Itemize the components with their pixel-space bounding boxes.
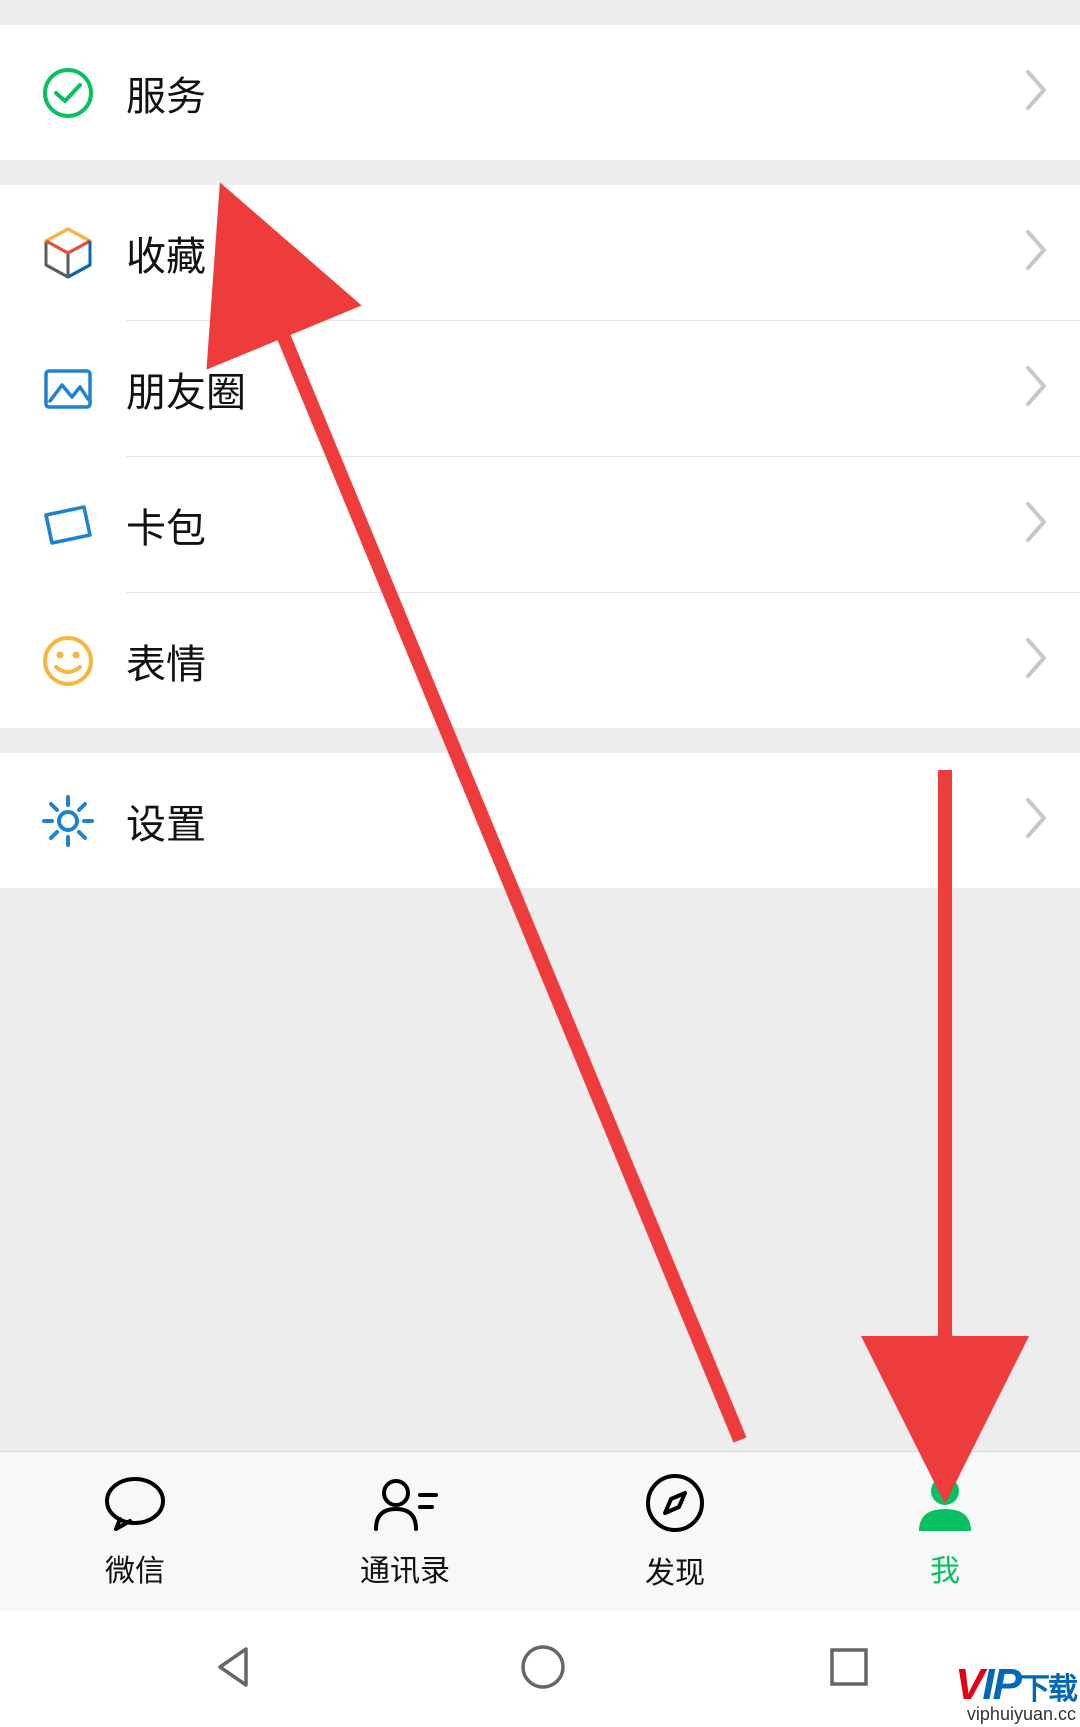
back-icon[interactable]	[208, 1641, 260, 1698]
menu-item-favorites[interactable]: 收藏	[0, 185, 1080, 320]
chevron-right-icon	[1022, 636, 1050, 685]
chevron-right-icon	[1022, 500, 1050, 549]
tab-chats[interactable]: 微信	[0, 1452, 270, 1611]
tab-label: 微信	[105, 1546, 165, 1590]
tab-discover[interactable]: 发现	[540, 1452, 810, 1611]
menu-label: 卡包	[126, 496, 1022, 554]
tab-label: 发现	[645, 1548, 705, 1592]
home-icon[interactable]	[517, 1641, 569, 1698]
recent-icon[interactable]	[826, 1644, 872, 1695]
menu-group-3: 设置	[0, 753, 1080, 888]
menu-label: 服务	[126, 64, 1022, 122]
tab-label: 通讯录	[360, 1546, 450, 1590]
tab-label: 我	[930, 1546, 960, 1590]
menu-item-settings[interactable]: 设置	[0, 753, 1080, 888]
menu-label: 表情	[126, 632, 1022, 690]
menu-item-services[interactable]: 服务	[0, 25, 1080, 160]
menu-label: 朋友圈	[126, 360, 1022, 418]
moments-icon	[40, 361, 96, 417]
menu-item-moments[interactable]: 朋友圈	[0, 321, 1080, 456]
menu-label: 收藏	[126, 224, 1022, 282]
stickers-icon	[40, 633, 96, 689]
compass-icon	[643, 1471, 707, 1540]
tab-me[interactable]: 我	[810, 1452, 1080, 1611]
chevron-right-icon	[1022, 364, 1050, 413]
chevron-right-icon	[1022, 796, 1050, 845]
tab-contacts[interactable]: 通讯录	[270, 1452, 540, 1611]
chevron-right-icon	[1022, 68, 1050, 117]
contacts-icon	[370, 1473, 440, 1538]
gear-icon	[40, 793, 96, 849]
system-nav-bar	[0, 1611, 1080, 1727]
chevron-right-icon	[1022, 228, 1050, 277]
menu-item-stickers[interactable]: 表情	[0, 593, 1080, 728]
cards-icon	[40, 497, 96, 553]
menu-item-cards[interactable]: 卡包	[0, 457, 1080, 592]
menu-group-1: 服务	[0, 25, 1080, 160]
menu-label: 设置	[126, 792, 1022, 850]
person-icon	[913, 1473, 977, 1538]
menu-group-2: 收藏 朋友圈 卡包	[0, 185, 1080, 728]
favorites-icon	[40, 225, 96, 281]
services-icon	[40, 65, 96, 121]
chat-icon	[100, 1473, 170, 1538]
tab-bar: 微信 通讯录 发现 我	[0, 1451, 1080, 1611]
